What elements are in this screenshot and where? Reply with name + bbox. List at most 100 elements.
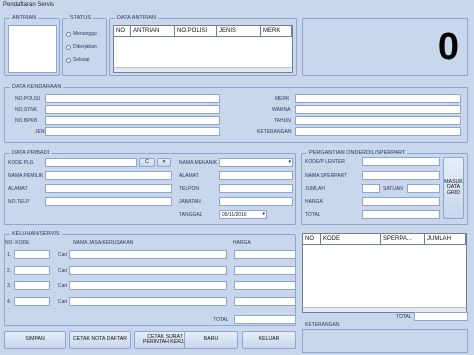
mekanik-alamat-label: ALAMAT	[179, 173, 199, 179]
antrian-group: ANTRIAN	[4, 15, 60, 76]
merk-field[interactable]	[295, 94, 461, 103]
kode-field-4[interactable]	[14, 297, 50, 306]
jabatan-field[interactable]	[219, 197, 293, 206]
baru-button[interactable]: BARU	[184, 331, 238, 349]
jenis-field[interactable]	[45, 127, 220, 136]
keluhan-total-label: TOTAL	[213, 317, 229, 323]
radio-icon	[66, 31, 71, 37]
nopolisi-label: NO.POLISI	[15, 96, 41, 102]
col-harga: HARGA	[233, 240, 251, 246]
harga-field[interactable]	[362, 197, 440, 206]
radio-icon	[66, 57, 71, 63]
kode-field-1[interactable]	[14, 250, 50, 259]
status-option-label: Selesai	[73, 57, 90, 63]
keluhan-group: KELUHAN/SERVIS NO. KODE NAMA JASA/KERUSA…	[4, 231, 296, 326]
antrian-grid[interactable]: NO ANTRIAN NO.POLISI JENIS MERK	[113, 25, 293, 73]
masuk-data-grid-button[interactable]: MASUK DATA GRID	[443, 157, 464, 219]
data-kendaraan-legend: DATA KENDARAAN	[10, 84, 64, 91]
keluar-button[interactable]: KELUAR	[242, 331, 296, 349]
nama-jasa-field-4[interactable]	[69, 297, 227, 306]
onderdil-legend: PERGANTIAN ONDERDIL/SPERPART	[307, 150, 408, 157]
kodeplg-button-label: C	[145, 158, 149, 165]
merk-label: MERK	[275, 96, 290, 102]
row-number: 4.	[7, 299, 12, 305]
mekanik-alamat-field[interactable]	[219, 171, 293, 180]
cari-button-3[interactable]: Cari	[58, 283, 67, 289]
row-number: 1.	[7, 252, 12, 258]
antrian-legend: ANTRIAN	[10, 15, 39, 22]
cetak-nota-label: CETAK NOTA DAFTAR	[73, 336, 127, 343]
kode-field-3[interactable]	[14, 281, 50, 290]
baru-label: BARU	[203, 336, 219, 343]
column-header[interactable]: NO.POLISI	[175, 26, 217, 36]
column-header[interactable]: NO	[303, 234, 321, 244]
column-header[interactable]: KODE	[321, 234, 381, 244]
kodeplg-clear-button[interactable]: ✕	[157, 158, 171, 167]
jabatan-label: JABATAN	[179, 199, 201, 205]
telpon-label: TELPON	[179, 186, 200, 192]
status-radio-dikerjakan[interactable]: Dikerjakan	[66, 44, 97, 50]
nama-jasa-field-1[interactable]	[69, 250, 227, 259]
tanggal-value: 05/11/2016	[222, 212, 247, 218]
row-number: 3.	[7, 283, 12, 289]
notelp-field[interactable]	[45, 197, 172, 206]
col-nama-jasa: NAMA JASA/KERUSAKAN	[73, 240, 134, 246]
chevron-down-icon: ▾	[262, 211, 265, 217]
nama-pemilik-field[interactable]	[45, 171, 172, 180]
status-group: STATUS Menunggu Dikerjakan Selesai	[62, 15, 107, 76]
nama-sperpart-field[interactable]	[362, 171, 440, 180]
kode-lenter-field[interactable]	[362, 157, 440, 166]
row-number: 2.	[7, 268, 12, 274]
total-field[interactable]	[362, 210, 440, 219]
cetak-nota-button[interactable]: CETAK NOTA DAFTAR	[69, 331, 131, 349]
kode-lenter-label: KODE/P LENTER	[305, 159, 345, 165]
antrian-display	[8, 25, 57, 73]
nobpkb-field[interactable]	[45, 116, 220, 125]
harga-field-4[interactable]	[234, 297, 296, 306]
column-header[interactable]: JUMLAH	[425, 234, 466, 244]
telpon-field[interactable]	[219, 184, 293, 193]
column-header[interactable]: JENIS	[217, 26, 261, 36]
cari-button-1[interactable]: Cari	[58, 252, 67, 258]
keterangan-label: KETERANGAN	[257, 129, 292, 135]
warna-field[interactable]	[295, 105, 461, 114]
alamat-field[interactable]	[45, 184, 172, 193]
keluhan-total-field[interactable]	[234, 315, 296, 324]
jumlah-field[interactable]	[362, 184, 380, 193]
kode-field-2[interactable]	[14, 266, 50, 275]
sperpart-grid-header: NO KODE SPERPA... JUMLAH	[303, 234, 466, 245]
data-pribadi-group: DATA PRIBADI KODE PLG NAMA PEMILIK ALAMA…	[4, 150, 296, 225]
harga-field-3[interactable]	[234, 281, 296, 290]
column-header[interactable]: NO	[114, 26, 131, 36]
keterangan-bottom-label: KETERANGAN	[305, 322, 340, 328]
column-header[interactable]: ANTRIAN	[131, 26, 175, 36]
nama-jasa-field-3[interactable]	[69, 281, 227, 290]
keterangan-textarea[interactable]	[302, 329, 468, 353]
keterangan-field[interactable]	[295, 127, 461, 136]
column-header[interactable]: MERK	[261, 26, 292, 36]
cari-button-2[interactable]: Cari	[58, 268, 67, 274]
harga-field-2[interactable]	[234, 266, 296, 275]
tanggal-picker[interactable]: 05/11/2016 ▾	[219, 210, 267, 219]
harga-field-1[interactable]	[234, 250, 296, 259]
total-label: TOTAL	[305, 212, 321, 218]
nopolisi-field[interactable]	[45, 94, 220, 103]
simpan-button[interactable]: SIMPAN	[4, 331, 66, 349]
status-radio-selesai[interactable]: Selesai	[66, 57, 89, 63]
nama-mekanik-select[interactable]: ▾	[219, 158, 293, 167]
horizontal-scrollbar[interactable]	[114, 67, 292, 72]
satuan-field[interactable]	[407, 184, 440, 193]
sperpart-grid[interactable]: NO KODE SPERPA... JUMLAH	[302, 233, 467, 313]
kodeplg-field[interactable]	[45, 158, 137, 167]
tahun-field[interactable]	[295, 116, 461, 125]
kodeplg-search-button[interactable]: C	[139, 158, 155, 167]
warna-label: WARNA	[272, 107, 291, 113]
nama-jasa-field-2[interactable]	[69, 266, 227, 275]
column-header[interactable]: SPERPA...	[381, 234, 425, 244]
nostnk-field[interactable]	[45, 105, 220, 114]
status-radio-menunggu[interactable]: Menunggu	[66, 31, 97, 37]
alamat-label: ALAMAT	[8, 186, 28, 192]
sperpart-total-field[interactable]	[414, 312, 468, 321]
window-title: Pendaftaran Servis	[0, 0, 474, 12]
cari-button-4[interactable]: Cari	[58, 299, 67, 305]
